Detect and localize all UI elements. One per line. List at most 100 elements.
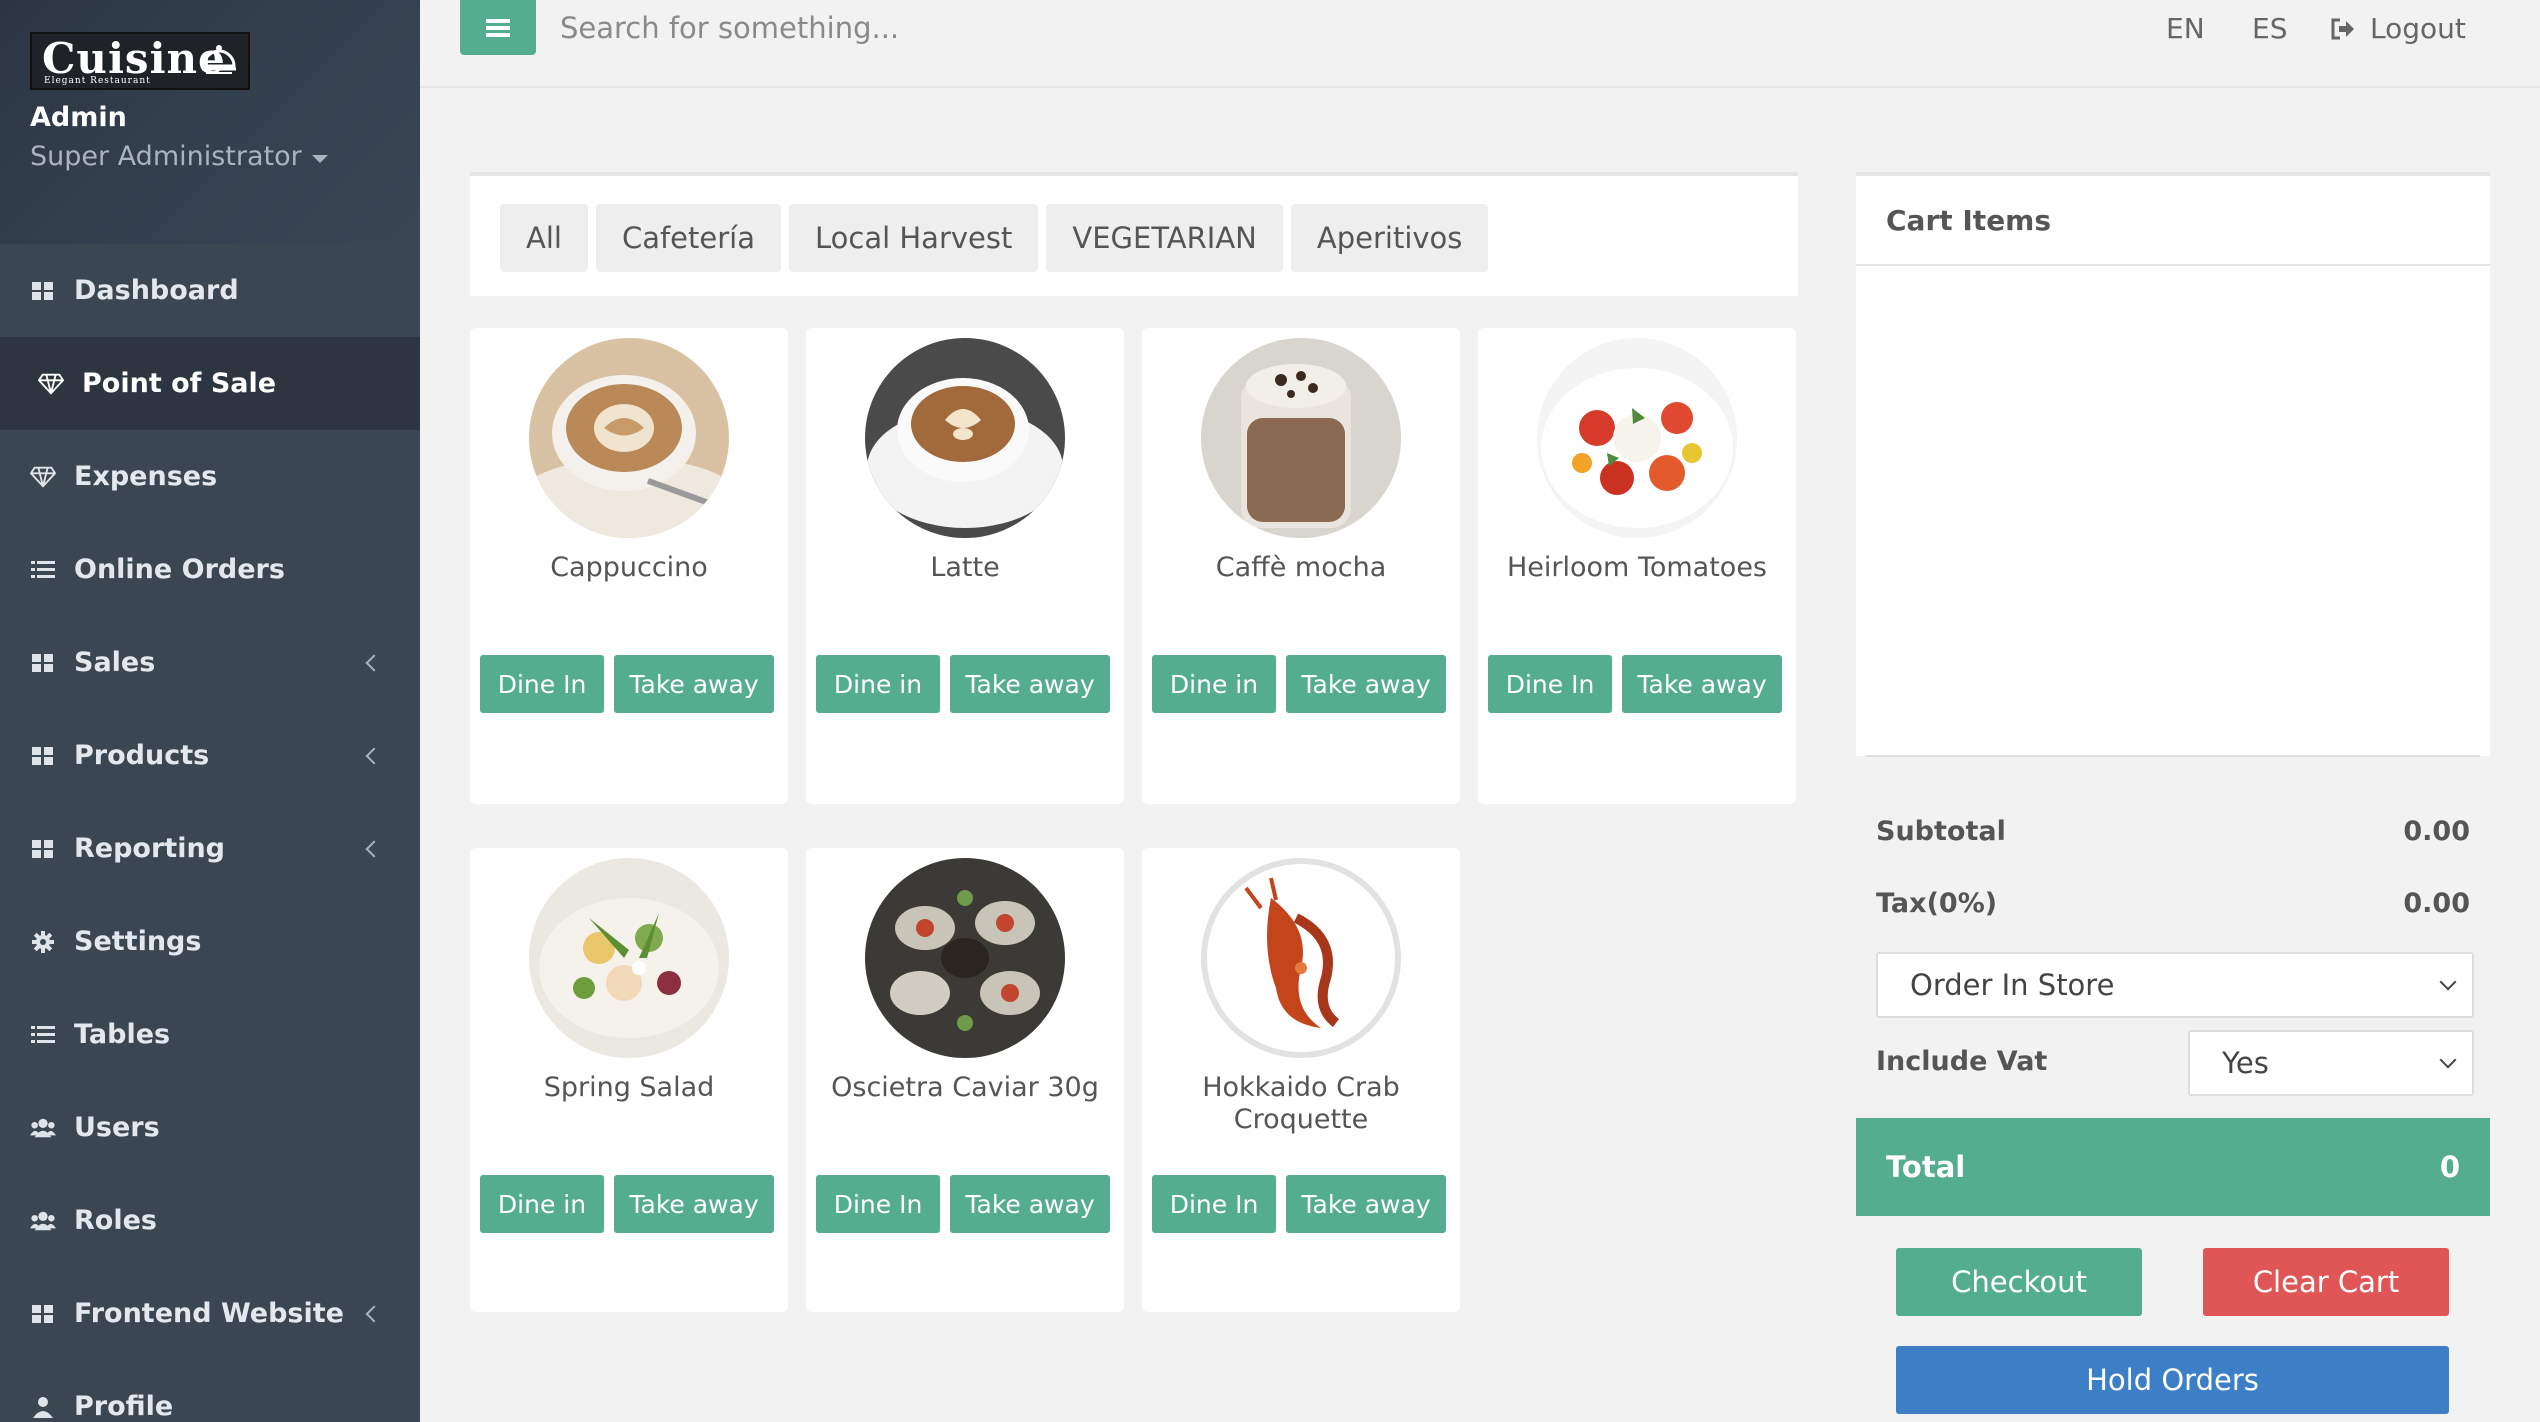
total-value: 0 <box>2439 1150 2460 1184</box>
sidebar-item-dashboard[interactable]: Dashboard <box>0 244 420 337</box>
category-tab-local-harvest[interactable]: Local Harvest <box>789 204 1039 272</box>
subtotal-row: Subtotal 0.00 <box>1876 816 2470 847</box>
product-image <box>865 338 1065 538</box>
sidebar-item-label: Sales <box>74 647 156 678</box>
product-name: Spring Salad <box>543 1072 715 1103</box>
take-away-button[interactable]: Take away <box>1286 1175 1446 1233</box>
take-away-button[interactable]: Take away <box>1622 655 1782 713</box>
include-vat-label: Include Vat <box>1876 1046 2048 1077</box>
product-actions: Dine In Take away <box>1488 655 1782 713</box>
list-icon <box>30 557 56 583</box>
sidebar-item-label: Online Orders <box>74 554 285 585</box>
dine-in-button[interactable]: Dine In <box>1488 655 1612 713</box>
menu-toggle-button[interactable] <box>460 0 536 55</box>
tax-value: 0.00 <box>2403 888 2470 919</box>
sidebar-item-roles[interactable]: Roles <box>0 1174 420 1267</box>
chevron-down-icon <box>2439 1051 2457 1069</box>
product-actions: Dine in Take away <box>816 655 1110 713</box>
product-image <box>529 858 729 1058</box>
category-tab-vegetarian[interactable]: VEGETARIAN <box>1046 204 1283 272</box>
sidebar-item-reporting[interactable]: Reporting <box>0 802 420 895</box>
hamburger-icon <box>486 18 510 37</box>
sidebar-item-label: Expenses <box>74 461 218 492</box>
product-image <box>529 338 729 538</box>
chevron-left-icon <box>365 840 383 857</box>
product-name: Oscietra Caviar 30g <box>831 1072 1099 1103</box>
product-name: Caffè mocha <box>1215 552 1387 583</box>
sidebar-item-expenses[interactable]: Expenses <box>0 430 420 523</box>
product-actions: Dine In Take away <box>816 1175 1110 1233</box>
language-en-link[interactable]: EN <box>2166 12 2205 45</box>
user-role: Super Administrator <box>30 141 302 172</box>
product-card: Latte Dine in Take away <box>806 328 1124 804</box>
sidebar-item-products[interactable]: Products <box>0 709 420 802</box>
subtotal-value: 0.00 <box>2403 816 2470 847</box>
product-card: Heirloom Tomatoes Dine In Take away <box>1478 328 1796 804</box>
sidebar-item-label: Reporting <box>74 833 226 864</box>
brand-logo[interactable]: Cuisine Elegant Restaurant <box>30 32 250 90</box>
sidebar-item-point-of-sale[interactable]: Point of Sale <box>0 337 420 430</box>
category-tab-aperitivos[interactable]: Aperitivos <box>1290 204 1489 272</box>
sidebar-item-label: Point of Sale <box>82 368 277 399</box>
dine-in-button[interactable]: Dine in <box>816 655 940 713</box>
users-icon <box>30 1115 56 1141</box>
take-away-button[interactable]: Take away <box>614 1175 774 1233</box>
product-card: Hokkaido Crab Croquette Dine In Take awa… <box>1142 848 1460 1312</box>
clear-cart-button[interactable]: Clear Cart <box>2203 1248 2449 1316</box>
include-vat-select[interactable]: Yes <box>2188 1030 2474 1096</box>
product-name: Heirloom Tomatoes <box>1507 552 1767 583</box>
logout-label: Logout <box>2370 12 2466 45</box>
sidebar-item-settings[interactable]: Settings <box>0 895 420 988</box>
sidebar-nav: Dashboard Point of Sale Expenses Online … <box>0 244 420 1422</box>
user-icon <box>30 1394 56 1420</box>
user-role-dropdown[interactable]: Super Administrator <box>30 141 420 172</box>
logout-link[interactable]: Logout <box>2330 12 2466 45</box>
search-input[interactable] <box>560 8 1260 48</box>
language-es-link[interactable]: ES <box>2252 12 2287 45</box>
grid-icon <box>30 743 56 769</box>
sidebar-item-profile[interactable]: Profile <box>0 1360 420 1422</box>
cart-title: Cart Items <box>1856 172 2490 266</box>
top-bar: EN ES Logout <box>420 0 2540 88</box>
caret-down-icon <box>311 154 328 163</box>
product-image <box>865 858 1065 1058</box>
take-away-button[interactable]: Take away <box>950 655 1110 713</box>
checkout-button[interactable]: Checkout <box>1896 1248 2142 1316</box>
sidebar-item-online-orders[interactable]: Online Orders <box>0 523 420 616</box>
product-card: Caffè mocha Dine in Take away <box>1142 328 1460 804</box>
category-tab-cafeteria[interactable]: Cafetería <box>595 204 781 272</box>
sidebar: Cuisine Elegant Restaurant Admin Super A… <box>0 0 420 1422</box>
product-image <box>1201 858 1401 1058</box>
dine-in-button[interactable]: Dine In <box>1152 1175 1276 1233</box>
order-type-select[interactable]: Order In Store <box>1876 952 2474 1018</box>
product-actions: Dine In Take away <box>480 655 774 713</box>
subtotal-label: Subtotal <box>1876 816 2006 847</box>
product-card: Cappuccino Dine In Take away <box>470 328 788 804</box>
total-bar: Total 0 <box>1856 1118 2490 1216</box>
sign-out-icon <box>2331 18 2354 39</box>
sidebar-item-users[interactable]: Users <box>0 1081 420 1174</box>
take-away-button[interactable]: Take away <box>614 655 774 713</box>
dine-in-button[interactable]: Dine In <box>816 1175 940 1233</box>
take-away-button[interactable]: Take away <box>950 1175 1110 1233</box>
grid-icon <box>30 1301 56 1327</box>
sidebar-item-frontend-website[interactable]: Frontend Website <box>0 1267 420 1360</box>
hold-orders-button[interactable]: Hold Orders <box>1896 1346 2449 1414</box>
cart-items-area <box>1856 266 2490 756</box>
product-actions: Dine In Take away <box>1152 1175 1446 1233</box>
sidebar-item-label: Dashboard <box>74 275 239 306</box>
dine-in-button[interactable]: Dine in <box>480 1175 604 1233</box>
diamond-icon <box>38 371 64 397</box>
sidebar-item-tables[interactable]: Tables <box>0 988 420 1081</box>
sidebar-item-label: Frontend Website <box>74 1298 344 1329</box>
dine-in-button[interactable]: Dine in <box>1152 655 1276 713</box>
sidebar-item-label: Roles <box>74 1205 157 1236</box>
chevron-left-icon <box>365 1305 383 1322</box>
sidebar-item-label: Settings <box>74 926 202 957</box>
dine-in-button[interactable]: Dine In <box>480 655 604 713</box>
user-name: Admin <box>30 102 127 133</box>
sidebar-item-sales[interactable]: Sales <box>0 616 420 709</box>
grid-icon <box>30 650 56 676</box>
category-tab-all[interactable]: All <box>500 204 588 272</box>
take-away-button[interactable]: Take away <box>1286 655 1446 713</box>
